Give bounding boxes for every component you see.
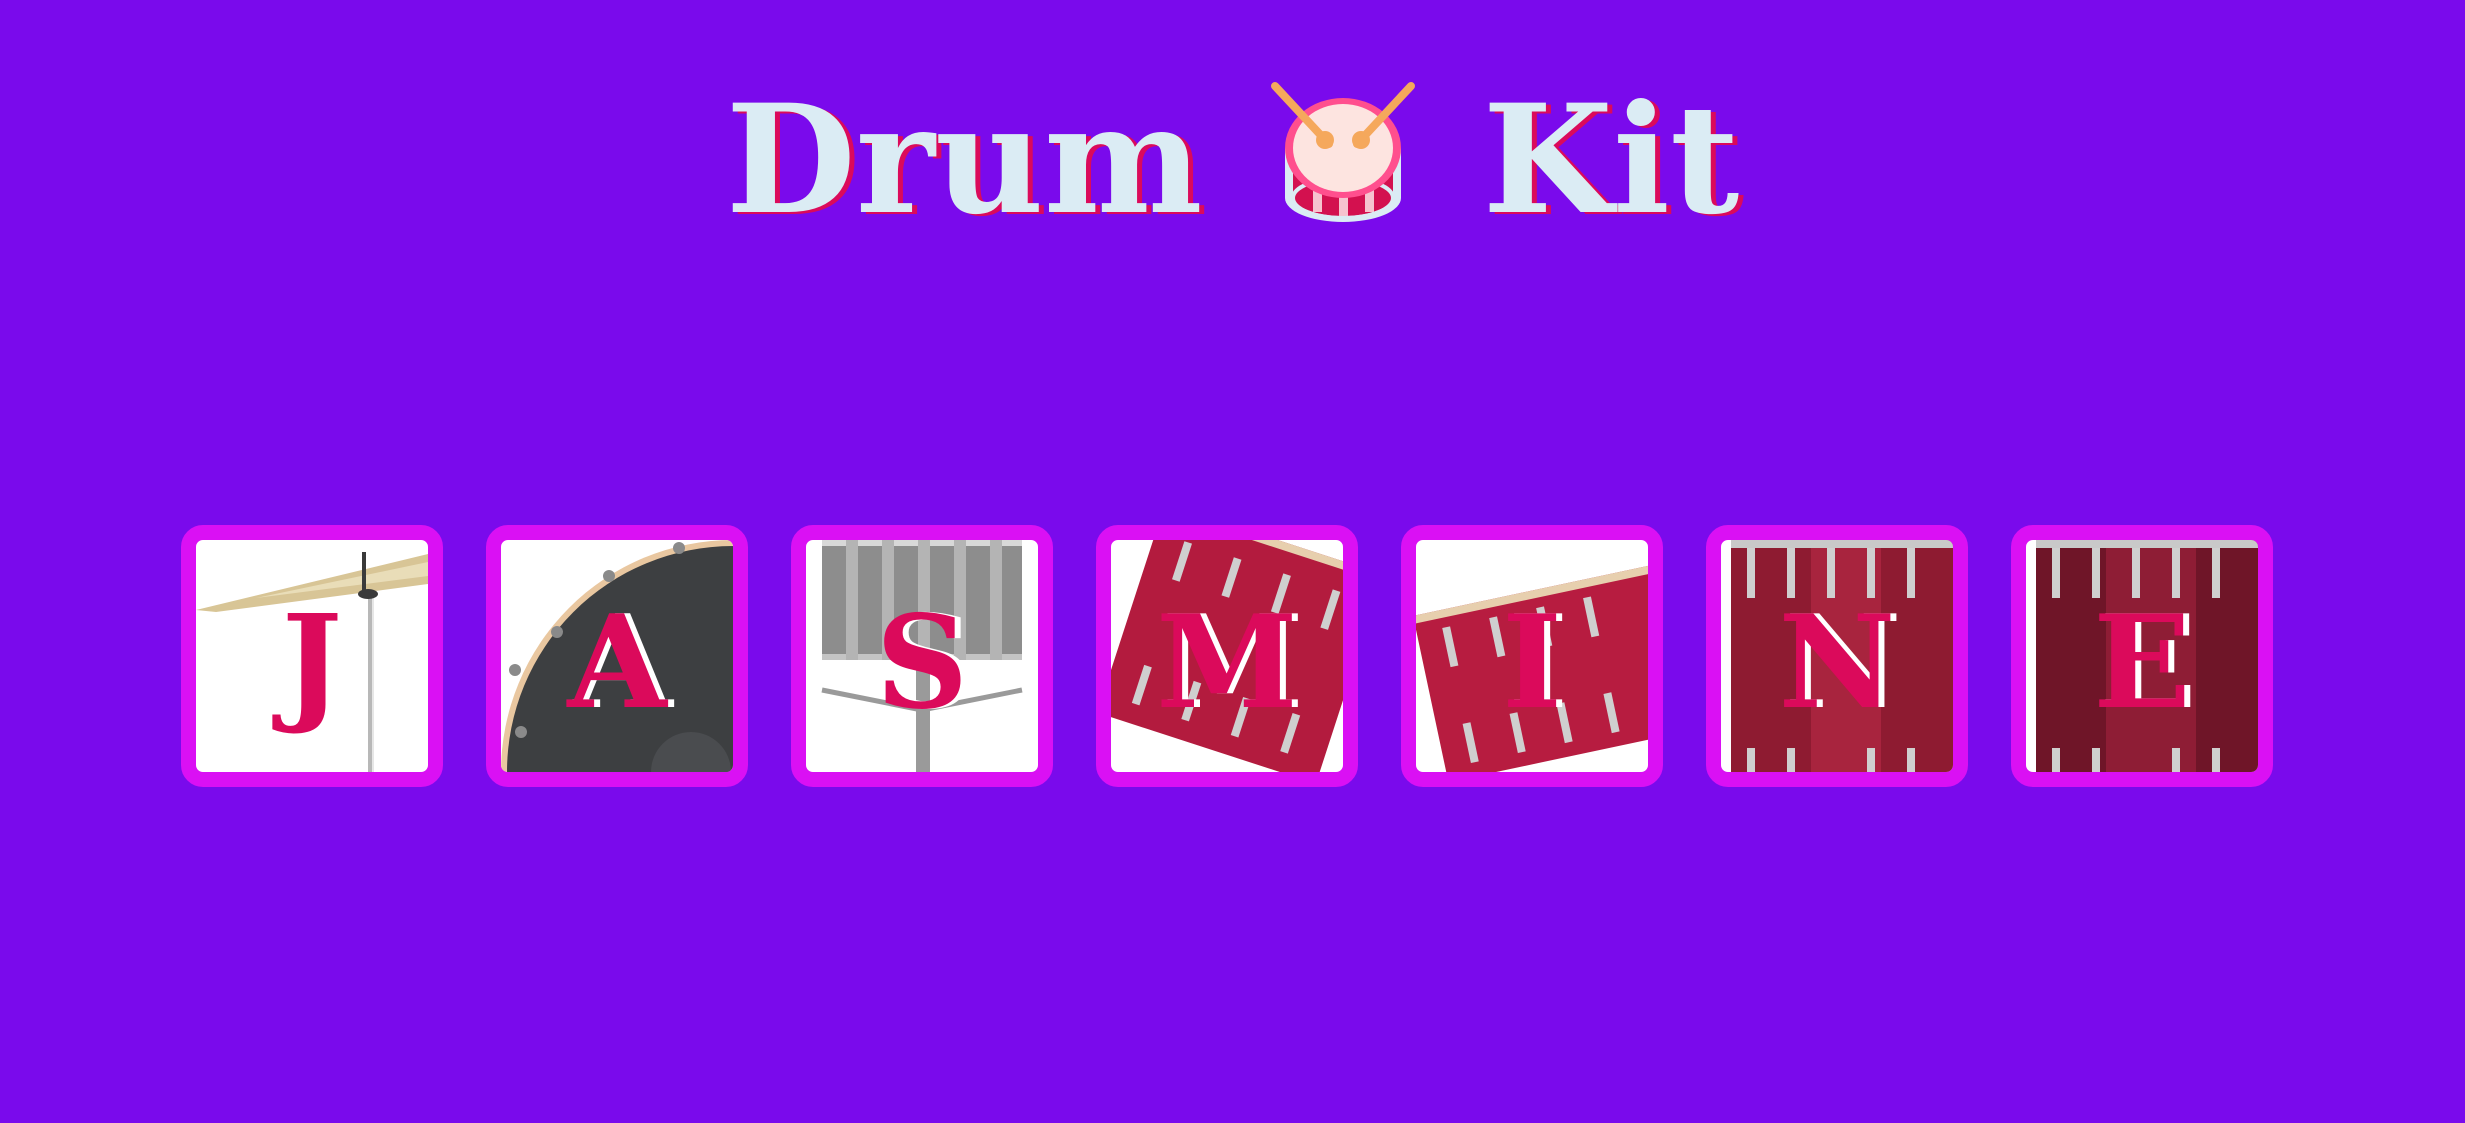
drum-letter: S [875,588,969,738]
drum-letter: N [1778,588,1896,738]
drum-letter: I [1502,588,1562,738]
drum-button-tom-4[interactable]: E [2011,525,2273,787]
drum-button-tom-1[interactable]: M [1096,525,1358,787]
drum-button-tom-3[interactable]: N [1706,525,1968,787]
drum-button-crash[interactable]: J [181,525,443,787]
drum-icon [1270,82,1415,222]
title-word-kit: Kit [1482,72,1740,248]
drum-set: J A S M I N E [181,525,2273,787]
drum-button-kick[interactable]: A [486,525,748,787]
title-word-drum: Drum [725,72,1203,248]
drum-button-tom-2[interactable]: I [1401,525,1663,787]
page-title: Drum Kit [0,80,2465,240]
drum-letter: A [567,588,667,738]
drum-button-snare[interactable]: S [791,525,1053,787]
drum-letter: J [281,588,343,738]
drum-letter: M [1156,588,1298,738]
drum-letter: E [2093,588,2191,738]
